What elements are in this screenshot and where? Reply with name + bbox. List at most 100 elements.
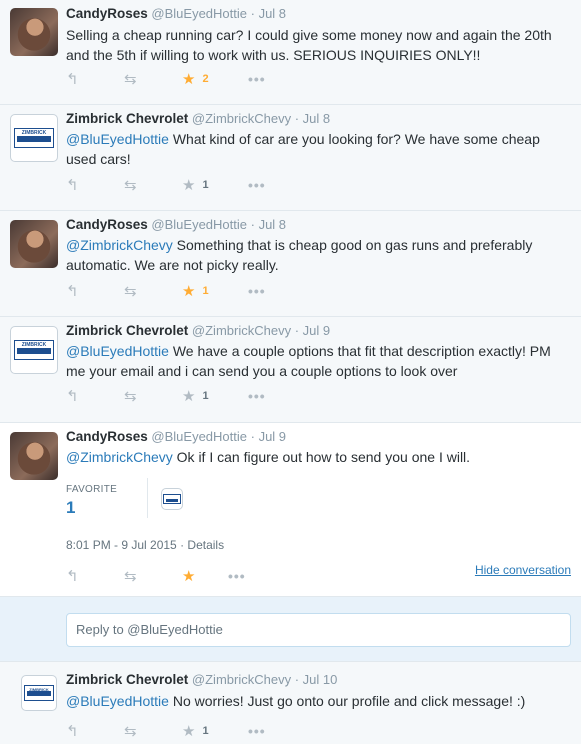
mention-link[interactable]: @BluEyedHottie bbox=[66, 343, 169, 359]
tweet-body: No worries! Just go onto our profile and… bbox=[168, 693, 526, 709]
mention-link[interactable]: @ZimbrickChevy bbox=[66, 449, 173, 465]
retweet-button[interactable]: ⇆ bbox=[124, 722, 182, 740]
tweet-body: Selling a cheap running car? I could giv… bbox=[66, 27, 552, 63]
tweet-actions: ↰ ⇆ ★ 2 ••• bbox=[66, 70, 266, 88]
more-button[interactable]: ••• bbox=[248, 283, 266, 299]
favorite-count: 1 bbox=[202, 179, 209, 191]
logo-text: ZIMBRICK bbox=[21, 342, 47, 348]
reply-button[interactable]: ↰ bbox=[66, 567, 124, 585]
user-handle[interactable]: @ZimbrickChevy bbox=[192, 111, 291, 126]
user-handle[interactable]: @ZimbrickChevy bbox=[192, 672, 291, 687]
zimbrick-logo: ZIMBRICK bbox=[14, 128, 54, 148]
zimbrick-logo bbox=[163, 494, 181, 504]
tweet-time[interactable]: Jul 8 bbox=[303, 111, 330, 126]
user-name[interactable]: CandyRoses bbox=[66, 217, 148, 232]
star-icon: ★ bbox=[182, 388, 196, 405]
favorite-button[interactable]: ★ 2 bbox=[182, 70, 248, 88]
tweet-time[interactable]: Jul 8 bbox=[259, 217, 286, 232]
more-button[interactable]: ••• bbox=[248, 177, 266, 193]
zimbrick-logo: ZIMBRICK bbox=[24, 685, 54, 701]
reply-arrow-icon: ↰ bbox=[66, 723, 79, 740]
reply-arrow-icon: ↰ bbox=[66, 388, 79, 405]
user-name[interactable]: CandyRoses bbox=[66, 429, 148, 444]
avatar[interactable] bbox=[10, 220, 58, 268]
retweet-button[interactable]: ⇆ bbox=[124, 282, 182, 300]
tweet-actions: ↰ ⇆ ★ 1 ••• bbox=[66, 282, 266, 300]
tweet-text: Selling a cheap running car? I could giv… bbox=[66, 25, 571, 65]
more-dots-icon: ••• bbox=[228, 568, 246, 584]
user-name[interactable]: Zimbrick Chevrolet bbox=[66, 323, 188, 338]
tweet-text: @ZimbrickChevy Something that is cheap g… bbox=[66, 235, 571, 275]
tweet[interactable]: ZIMBRICK Zimbrick Chevrolet @ZimbrickChe… bbox=[0, 105, 581, 211]
user-handle[interactable]: @BluEyedHottie bbox=[151, 6, 247, 21]
star-icon: ★ bbox=[182, 71, 196, 88]
more-dots-icon: ••• bbox=[248, 283, 266, 299]
avatar[interactable]: ZIMBRICK bbox=[21, 675, 57, 711]
tweet-time[interactable]: Jul 9 bbox=[303, 323, 330, 338]
reply-button[interactable]: ↰ bbox=[66, 722, 124, 740]
user-name[interactable]: Zimbrick Chevrolet bbox=[66, 672, 188, 687]
more-button[interactable]: ••• bbox=[248, 723, 266, 739]
user-handle[interactable]: @ZimbrickChevy bbox=[192, 323, 291, 338]
favorite-button[interactable]: ★ 1 bbox=[182, 387, 248, 405]
avatar[interactable] bbox=[10, 8, 58, 56]
logo-text: ZIMBRICK bbox=[21, 130, 47, 136]
avatar[interactable] bbox=[10, 432, 58, 480]
user-name[interactable]: CandyRoses bbox=[66, 6, 148, 21]
more-button[interactable]: ••• bbox=[248, 388, 266, 404]
details-link[interactable]: Details bbox=[187, 538, 224, 552]
avatar[interactable]: ZIMBRICK bbox=[10, 114, 58, 162]
mention-link[interactable]: @BluEyedHottie bbox=[66, 131, 169, 147]
retweet-icon: ⇆ bbox=[124, 723, 137, 740]
reply-button[interactable]: ↰ bbox=[66, 282, 124, 300]
favorite-button[interactable]: ★ 1 bbox=[182, 176, 248, 194]
tweet-header: CandyRoses @BluEyedHottie · Jul 8 bbox=[66, 217, 286, 232]
favorite-stat-count[interactable]: 1 bbox=[66, 498, 75, 518]
favoriter-avatar[interactable] bbox=[161, 488, 183, 510]
star-icon: ★ bbox=[182, 283, 196, 300]
tweet[interactable]: CandyRoses @BluEyedHottie · Jul 8 Sellin… bbox=[0, 0, 581, 105]
separator-dot: · bbox=[250, 217, 255, 232]
more-button[interactable]: ••• bbox=[248, 71, 266, 87]
retweet-button[interactable]: ⇆ bbox=[124, 567, 182, 585]
reply-arrow-icon: ↰ bbox=[66, 177, 79, 194]
mention-link[interactable]: @BluEyedHottie bbox=[66, 693, 169, 709]
tweet-header: Zimbrick Chevrolet @ZimbrickChevy · Jul … bbox=[66, 672, 337, 687]
tweet-text: @BluEyedHottie What kind of car are you … bbox=[66, 129, 571, 169]
stats-divider bbox=[147, 478, 148, 518]
favorite-count: 1 bbox=[202, 725, 209, 737]
reply-button[interactable]: ↰ bbox=[66, 176, 124, 194]
separator-dot: · bbox=[250, 429, 255, 444]
retweet-button[interactable]: ⇆ bbox=[124, 387, 182, 405]
more-dots-icon: ••• bbox=[248, 71, 266, 87]
more-button[interactable]: ••• bbox=[228, 568, 246, 584]
retweet-icon: ⇆ bbox=[124, 568, 137, 585]
tweet[interactable]: ZIMBRICK Zimbrick Chevrolet @ZimbrickChe… bbox=[0, 317, 581, 423]
retweet-button[interactable]: ⇆ bbox=[124, 176, 182, 194]
retweet-button[interactable]: ⇆ bbox=[124, 70, 182, 88]
user-handle[interactable]: @BluEyedHottie bbox=[151, 217, 247, 232]
tweet-time[interactable]: Jul 10 bbox=[303, 672, 338, 687]
retweet-icon: ⇆ bbox=[124, 388, 137, 405]
reply-button[interactable]: ↰ bbox=[66, 70, 124, 88]
favorite-button[interactable]: ★ bbox=[182, 567, 228, 585]
avatar[interactable]: ZIMBRICK bbox=[10, 326, 58, 374]
favorite-button[interactable]: ★ 1 bbox=[182, 282, 248, 300]
tweet-time[interactable]: Jul 8 bbox=[259, 6, 286, 21]
tweet-time[interactable]: Jul 9 bbox=[259, 429, 286, 444]
hide-conversation-link[interactable]: Hide conversation bbox=[475, 563, 571, 577]
tweet-actions: ↰ ⇆ ★ 1 ••• bbox=[66, 722, 266, 740]
reply-arrow-icon: ↰ bbox=[66, 568, 79, 585]
reply-input[interactable]: Reply to @BluEyedHottie bbox=[66, 613, 571, 647]
tweet[interactable]: ZIMBRICK Zimbrick Chevrolet @ZimbrickChe… bbox=[0, 662, 581, 744]
favorite-button[interactable]: ★ 1 bbox=[182, 722, 248, 740]
tweet-actions: ↰ ⇆ ★ 1 ••• bbox=[66, 176, 266, 194]
user-handle[interactable]: @BluEyedHottie bbox=[151, 429, 247, 444]
logo-text: ZIMBRICK bbox=[29, 687, 49, 692]
user-name[interactable]: Zimbrick Chevrolet bbox=[66, 111, 188, 126]
tweet-actions: ↰ ⇆ ★ 1 ••• bbox=[66, 387, 266, 405]
reply-button[interactable]: ↰ bbox=[66, 387, 124, 405]
tweet[interactable]: CandyRoses @BluEyedHottie · Jul 8 @Zimbr… bbox=[0, 211, 581, 317]
mention-link[interactable]: @ZimbrickChevy bbox=[66, 237, 173, 253]
reply-placeholder: Reply to @BluEyedHottie bbox=[76, 622, 223, 637]
